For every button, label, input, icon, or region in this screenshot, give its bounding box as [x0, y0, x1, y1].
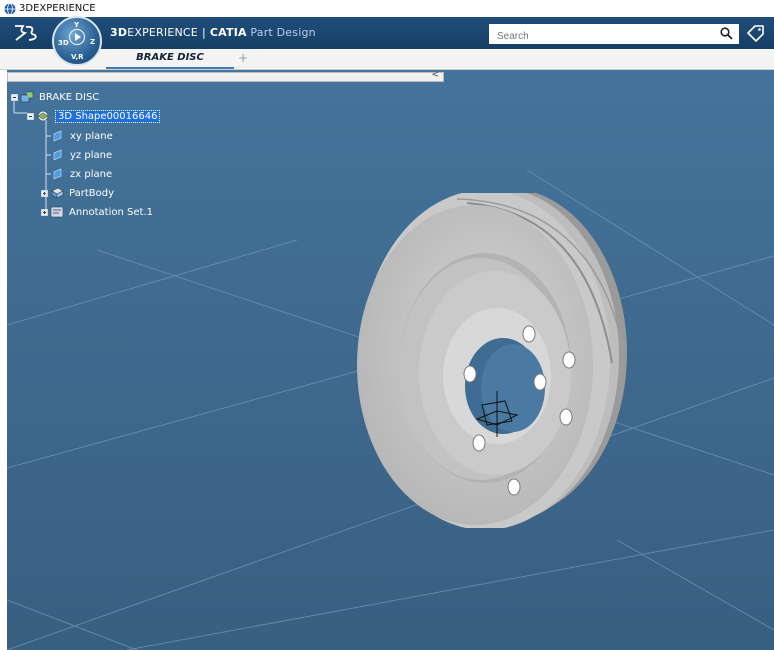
- tree-label-yz-plane: yz plane: [70, 149, 113, 161]
- brand-rest: EXPERIENCE: [127, 26, 198, 39]
- compass-bottom-label: V,R: [71, 53, 84, 61]
- 3d-viewport[interactable]: < BRAKE DISC 3D Shape00016646 xy plane y…: [7, 70, 774, 650]
- tree-label-xy-plane: xy plane: [70, 130, 113, 142]
- tree-connectors: [13, 101, 51, 212]
- search-box[interactable]: [489, 24, 739, 47]
- title-separator: |: [201, 26, 206, 39]
- window-titlebar: 3DEXPERIENCE: [0, 0, 774, 17]
- tree-panel-header: <: [7, 70, 444, 82]
- compass-top-label: Y: [74, 21, 80, 29]
- add-tab-button[interactable]: +: [236, 51, 250, 65]
- compass-widget[interactable]: Y 3D Z V,R: [52, 16, 102, 66]
- dassault-logo-icon[interactable]: [12, 23, 40, 43]
- module-name: Part Design: [250, 26, 316, 39]
- tab-bar: BRAKE DISC +: [0, 49, 774, 70]
- tree-label-annotation-set: Annotation Set.1: [69, 206, 153, 218]
- app-title[interactable]: 3DEXPERIENCE | CATIA Part Design: [110, 26, 316, 39]
- app-name: CATIA: [209, 26, 247, 39]
- brake-disc-model[interactable]: [347, 193, 627, 528]
- search-input[interactable]: [495, 26, 714, 47]
- tab-brake-disc[interactable]: BRAKE DISC: [106, 49, 234, 69]
- brand-bold: 3D: [110, 26, 128, 39]
- top-bar: 3DEXPERIENCE | CATIA Part Design: [0, 17, 774, 49]
- play-icon[interactable]: [69, 29, 85, 45]
- tag-icon[interactable]: [746, 24, 766, 42]
- compass-right-label: Z: [90, 38, 96, 46]
- compass-left-label: 3D: [58, 39, 69, 47]
- tree-label-zx-plane: zx plane: [70, 168, 113, 180]
- window-title: 3DEXPERIENCE: [19, 3, 96, 14]
- collapse-panel-button[interactable]: <: [431, 70, 439, 80]
- search-icon[interactable]: [720, 27, 733, 40]
- tree-label-partbody: PartBody: [69, 187, 114, 199]
- app-globe-icon: [4, 2, 16, 15]
